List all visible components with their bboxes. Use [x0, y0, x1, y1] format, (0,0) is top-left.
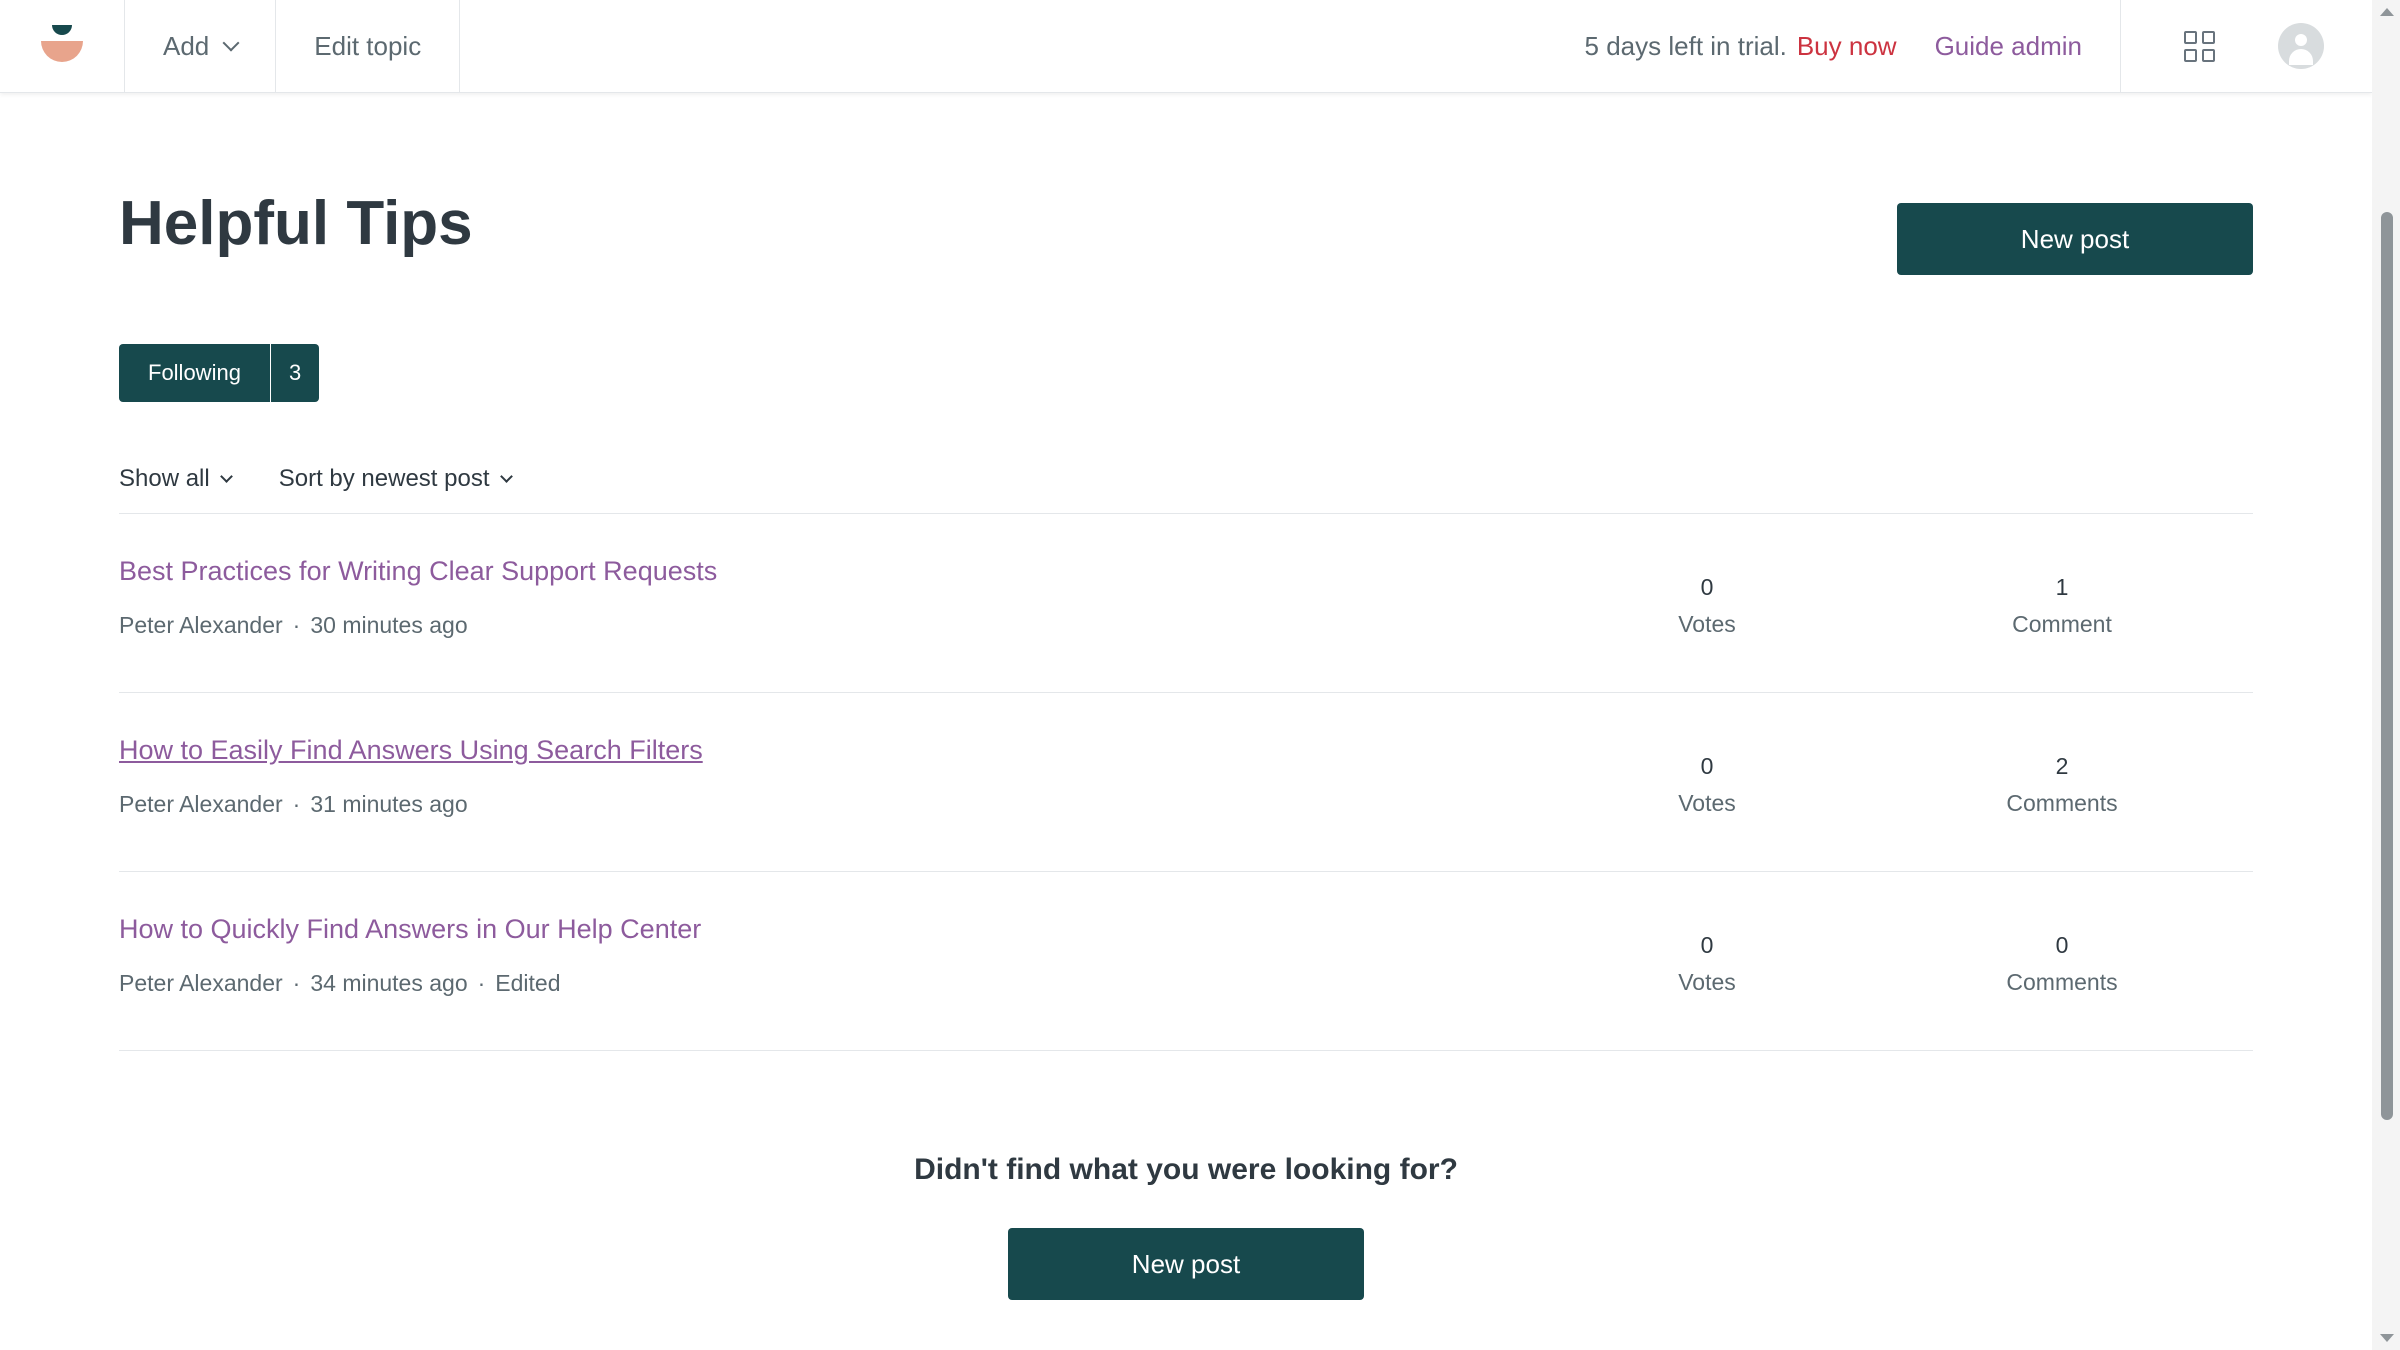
trial-text: 5 days left in trial.	[1584, 30, 1787, 61]
list-item: Best Practices for Writing Clear Support…	[119, 514, 2253, 693]
follow-topic-button[interactable]: Following 3	[119, 344, 320, 402]
chevron-down-icon	[219, 470, 233, 483]
following-count: 3	[288, 360, 302, 385]
comments-count: 0	[2055, 932, 2069, 958]
page-scrollbar[interactable]	[2372, 0, 2400, 1350]
following-label: Following	[119, 344, 271, 402]
show-all-dropdown[interactable]: Show all	[119, 465, 233, 493]
comments-count: 2	[2055, 753, 2069, 779]
list-item: How to Easily Find Answers Using Search …	[119, 693, 2253, 872]
show-all-label: Show all	[119, 465, 210, 492]
post-author: Peter Alexander	[119, 970, 283, 996]
add-menu-label: Add	[163, 30, 210, 61]
post-title-link[interactable]: How to Easily Find Answers Using Search …	[119, 735, 703, 766]
scroll-down-arrow-icon[interactable]	[2380, 1334, 2394, 1342]
sort-label: Sort by newest post	[278, 465, 490, 492]
post-time: 30 minutes ago	[310, 612, 468, 638]
post-title-link[interactable]: How to Quickly Find Answers in Our Help …	[119, 914, 701, 945]
post-comments: 0 Comments	[1962, 927, 2162, 1001]
votes-count: 0	[1700, 932, 1714, 958]
votes-label: Votes	[1678, 790, 1736, 816]
buy-now-link[interactable]: Buy now	[1797, 31, 1897, 62]
edit-topic-button[interactable]: Edit topic	[276, 0, 461, 92]
scroll-up-arrow-icon[interactable]	[2380, 8, 2394, 16]
scrollbar-thumb[interactable]	[2381, 212, 2393, 1120]
comments-label: Comments	[2006, 790, 2118, 816]
post-votes: 0 Votes	[1607, 748, 1807, 822]
not-found-prompt: Didn't find what you were looking for?	[914, 1153, 1458, 1186]
post-comments: 2 Comments	[1962, 748, 2162, 822]
post-comments: 1 Comment	[1962, 569, 2162, 643]
post-meta: Peter Alexander · 31 minutes ago	[119, 791, 468, 817]
sort-dropdown[interactable]: Sort by newest post	[278, 465, 513, 493]
new-post-button[interactable]: New post	[1897, 203, 2253, 275]
top-navigation-bar: Add Edit topic 5 days left in trial. Buy…	[0, 0, 2372, 93]
comments-label: Comments	[2006, 969, 2118, 995]
post-filters: Show all Sort by newest post	[119, 465, 559, 493]
product-tray-button[interactable]	[2120, 0, 2278, 92]
post-time: 34 minutes ago	[310, 970, 468, 996]
chevron-down-icon	[222, 34, 240, 52]
post-author: Peter Alexander	[119, 612, 283, 638]
brand-logo-icon	[41, 25, 83, 67]
list-item: How to Quickly Find Answers in Our Help …	[119, 872, 2253, 1051]
post-edited-badge: Edited	[495, 970, 561, 996]
post-title-link[interactable]: Best Practices for Writing Clear Support…	[119, 556, 717, 587]
votes-label: Votes	[1678, 969, 1736, 995]
post-votes: 0 Votes	[1607, 569, 1807, 643]
new-post-footer-button[interactable]: New post	[1008, 1228, 1364, 1300]
post-author: Peter Alexander	[119, 791, 283, 817]
page-title: Helpful Tips	[119, 189, 473, 258]
votes-count: 0	[1700, 574, 1714, 600]
apps-grid-icon	[2184, 30, 2215, 62]
post-meta: Peter Alexander · 34 minutes ago · Edite…	[119, 970, 561, 996]
post-votes: 0 Votes	[1607, 927, 1807, 1001]
comments-count: 1	[2055, 574, 2069, 600]
edit-topic-label: Edit topic	[314, 30, 422, 61]
comments-label: Comment	[2012, 611, 2112, 637]
add-menu-button[interactable]: Add	[125, 0, 277, 92]
chevron-down-icon	[499, 470, 513, 483]
guide-admin-link[interactable]: Guide admin	[1935, 31, 2082, 62]
post-meta: Peter Alexander · 30 minutes ago	[119, 612, 468, 638]
post-list: Best Practices for Writing Clear Support…	[119, 513, 2253, 1051]
user-menu-button[interactable]	[2278, 0, 2372, 92]
post-time: 31 minutes ago	[310, 791, 468, 817]
votes-label: Votes	[1678, 611, 1736, 637]
avatar	[2278, 23, 2324, 69]
trial-notice: 5 days left in trial. Buy now Guide admi…	[1585, 0, 2120, 92]
votes-count: 0	[1700, 753, 1714, 779]
logo-link[interactable]	[0, 0, 125, 92]
